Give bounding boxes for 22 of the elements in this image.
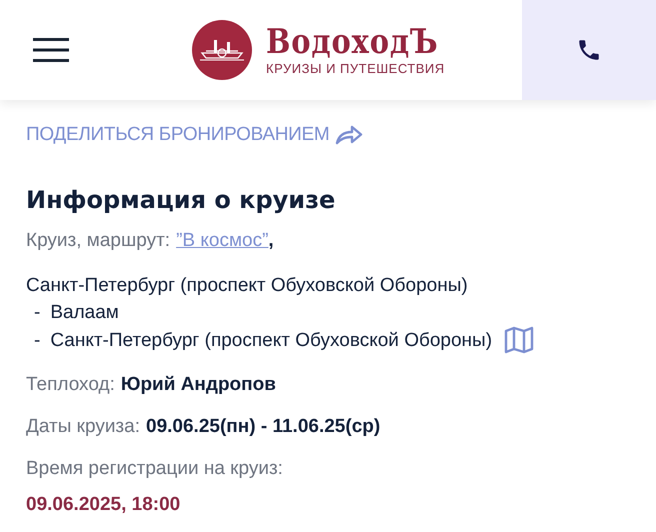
share-arrow-icon — [335, 125, 364, 145]
share-booking-link[interactable]: ПОДЕЛИТЬСЯ БРОНИРОВАНИЕМ — [26, 124, 364, 146]
route-stop: Санкт-Петербург (проспект Обуховской Обороны) — [26, 274, 468, 298]
map-icon[interactable] — [504, 326, 534, 354]
detail-label: Теплоход: — [26, 374, 115, 396]
detail-label: Время регистрации на круиз: — [26, 458, 283, 480]
detail-label: Даты круиза: — [26, 416, 140, 438]
section-title: Информация о круизе — [26, 186, 336, 214]
brand-name: ВодоходЪ — [266, 24, 438, 62]
detail-value: Юрий Андропов — [120, 374, 276, 396]
route-stop: Валаам — [50, 301, 119, 325]
route-link[interactable]: ”В космос” — [176, 230, 268, 252]
registration-time: 09.06.2025, 18:00 — [26, 494, 180, 516]
stop-dash: - — [34, 301, 40, 325]
route-label: Круиз, маршрут: — [26, 230, 170, 252]
brand-tagline: КРУИЗЫ И ПУТЕШЕСТВИЯ — [266, 61, 446, 76]
steamboat-logo-icon — [192, 20, 252, 80]
comma: , — [268, 230, 274, 252]
detail-value: 09.06.25(пн) - 11.06.25(ср) — [146, 416, 380, 438]
menu-icon[interactable] — [33, 37, 69, 63]
stop-dash: - — [34, 328, 40, 352]
route-stop: Санкт-Петербург (проспект Обуховской Обороны) — [50, 328, 492, 352]
